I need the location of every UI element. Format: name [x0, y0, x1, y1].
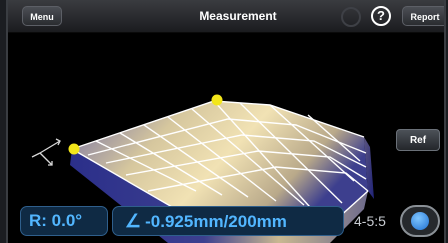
- activity-spinner-icon: [341, 7, 361, 27]
- sensor-marker-top[interactable]: [211, 94, 223, 106]
- sensor-marker-left[interactable]: [68, 143, 80, 155]
- menu-button[interactable]: Menu: [22, 6, 62, 26]
- angle-value: -0.925mm/200mm: [145, 212, 287, 231]
- report-button[interactable]: Report: [402, 6, 444, 26]
- angle-readout: ∠ -0.925mm/200mm: [112, 206, 344, 236]
- help-icon[interactable]: ?: [371, 6, 391, 26]
- device-frame: Menu Measurement ? Report Ref R: 0.0° ∠ …: [6, 0, 446, 243]
- axis-gizmo-icon: [31, 138, 61, 166]
- rotation-readout: R: 0.0°: [20, 206, 108, 236]
- angle-icon: ∠: [125, 211, 142, 231]
- page-title: Measurement: [199, 9, 277, 23]
- blue-dot-icon: [411, 212, 429, 230]
- reference-button[interactable]: Ref: [396, 129, 440, 151]
- ratio-label: 4-5:5: [354, 213, 386, 229]
- navigation-bar: Menu Measurement ? Report: [8, 0, 444, 33]
- record-toggle-button[interactable]: [400, 205, 440, 237]
